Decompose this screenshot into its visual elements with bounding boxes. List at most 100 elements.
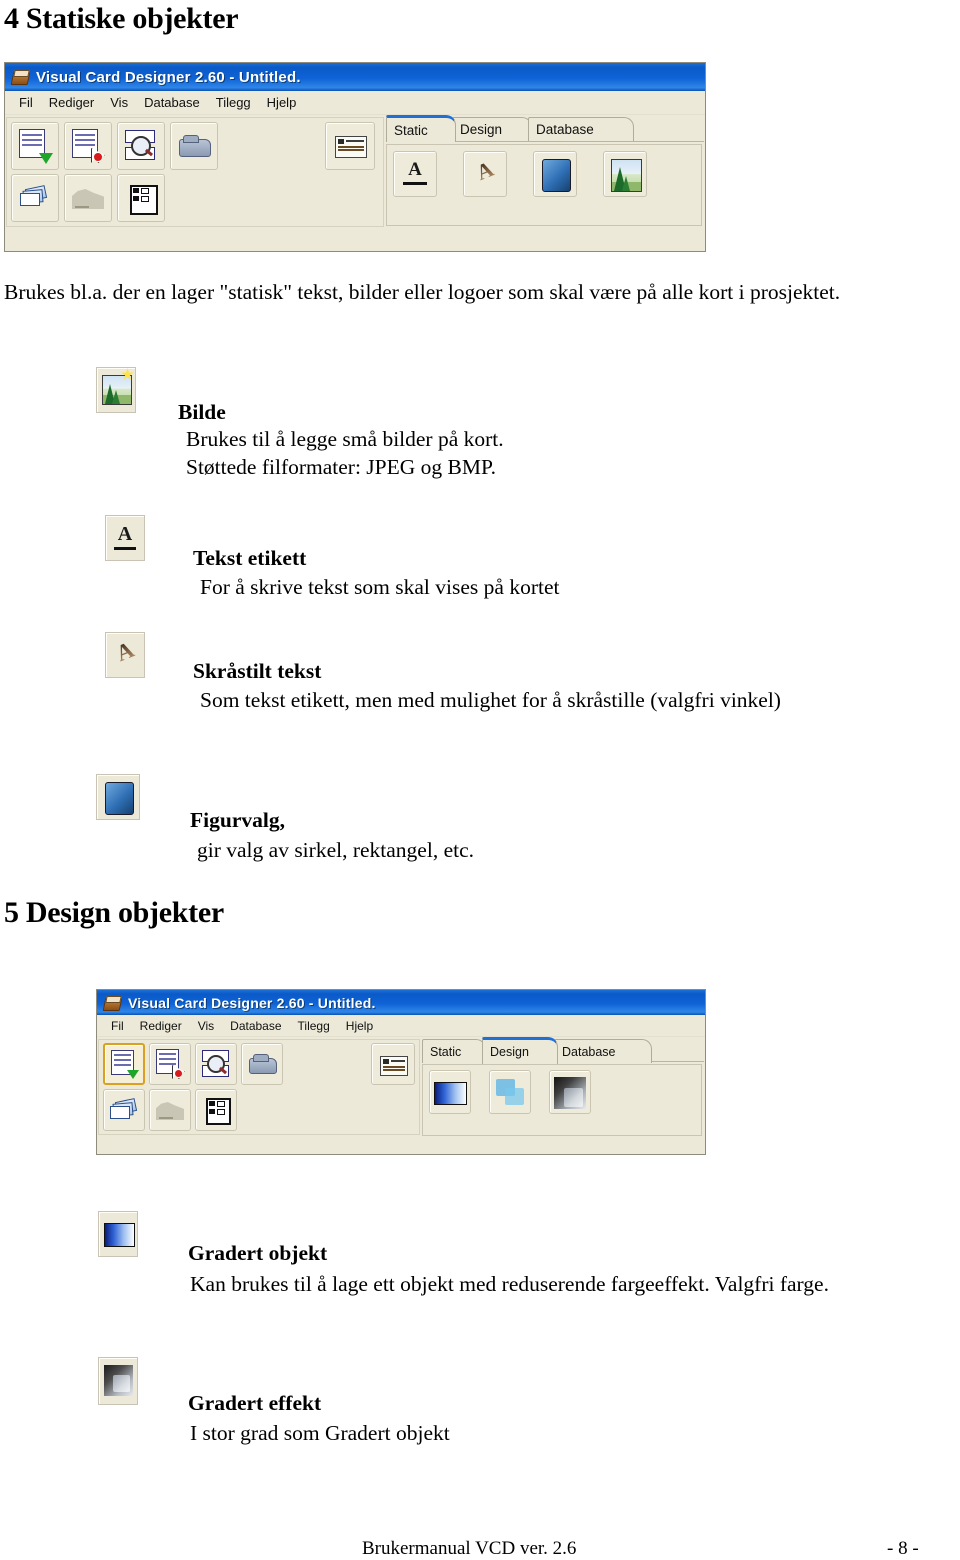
item-title-skrastilt-tekst: Skråstilt tekst [193,659,322,683]
item-desc-bilde-line1: Brukes til å legge små bilder på kort. [186,427,504,451]
tab-static[interactable]: Static [386,115,456,142]
palette-text-label-button[interactable]: A [393,151,437,197]
main-toolbar [98,1039,420,1135]
print-button[interactable] [241,1043,283,1085]
page-heading-4: 4 Statiske objekter [4,2,239,35]
grid-table-button[interactable] [195,1089,237,1131]
menu-item-database[interactable]: Database [222,1019,289,1033]
menu-item-hjelp[interactable]: Hjelp [338,1019,381,1033]
doc-icon-shape-select [96,774,140,820]
palette-gradient-effect-button[interactable] [549,1070,591,1114]
tab-design-label: Design [490,1045,529,1059]
app-logo-icon [103,995,121,1011]
doc-icon-gradient-effect [98,1357,138,1405]
save-document-button[interactable] [11,122,59,170]
menu-item-vis[interactable]: Vis [102,95,136,110]
window2-body: Static Design Database [97,1037,705,1154]
main-toolbar [6,117,384,227]
palette-gradient-object-button[interactable] [429,1070,471,1114]
static-object-palette: A A [386,144,702,226]
menu-item-tilegg[interactable]: Tilegg [290,1019,338,1033]
card-layout-icon [326,123,374,169]
grid-table-icon [196,1090,236,1130]
item-title-gradert-objekt: Gradert objekt [188,1241,328,1265]
tab-design[interactable]: Design [482,1037,558,1064]
palette-overlap-shapes-button[interactable] [489,1070,531,1114]
palette-shape-button[interactable] [533,151,577,197]
signature-button[interactable] [149,1089,191,1131]
close-document-button[interactable] [64,122,112,170]
menu-item-vis[interactable]: Vis [190,1019,222,1033]
grid-table-button[interactable] [117,174,165,222]
window2-title: Visual Card Designer 2.60 - Untitled. [128,994,376,1011]
tab-database[interactable]: Database [528,117,634,141]
tab-static-label: Static [430,1044,462,1059]
page-heading-5: 5 Design objekter [4,896,224,929]
preview-search-icon [196,1044,236,1084]
item-title-bilde: Bilde [178,400,226,424]
close-document-icon [150,1044,190,1084]
item-title-figurvalg: Figurvalg, [190,808,285,832]
tab-static[interactable]: Static [422,1039,486,1063]
menu-item-database[interactable]: Database [136,95,208,110]
item-desc-skrastilt-tekst: Som tekst etikett, men med mulighet for … [200,688,781,712]
window-body: Static Design Database A A [5,115,705,251]
save-document-icon [12,123,58,169]
menubar: Fil Rediger Vis Database Tilegg Hjelp [97,1015,705,1037]
card-layout-button[interactable] [325,122,375,170]
signature-button[interactable] [64,174,112,222]
doc-icon-text-label: A [105,515,145,561]
tab-database-label: Database [536,122,594,137]
palette-slanted-text-button[interactable]: A [463,151,507,197]
cards-stack-icon [104,1090,144,1130]
app-logo-icon [11,69,29,85]
item-desc-figurvalg: gir valg av sirkel, rektangel, etc. [197,838,475,862]
print-button[interactable] [170,122,218,170]
tabstrip: Static Design Database [422,1037,704,1064]
tab-static-label: Static [394,122,428,138]
object-tabs-panel: Static Design Database A A [386,115,704,251]
tab-design[interactable]: Design [452,117,532,141]
close-document-icon [65,123,111,169]
palette-picture-button[interactable] [603,151,647,197]
cards-stack-button[interactable] [11,174,59,222]
doc-icon-slanted-text: A [105,632,145,678]
print-icon [171,123,217,169]
item-title-gradert-effekt: Gradert effekt [188,1391,322,1415]
signature-icon [150,1090,190,1130]
doc-icon-picture [96,367,136,413]
save-document-button[interactable] [103,1043,145,1085]
preview-search-button[interactable] [117,122,165,170]
doc-icon-gradient-object [98,1211,138,1257]
app-window-static-screenshot: Visual Card Designer 2.60 - Untitled. Fi… [4,62,706,252]
menu-item-hjelp[interactable]: Hjelp [259,95,305,110]
window-title: Visual Card Designer 2.60 - Untitled. [36,68,301,86]
window2-titlebar: Visual Card Designer 2.60 - Untitled. [97,990,705,1015]
menu-item-rediger[interactable]: Rediger [41,95,103,110]
menu-item-tilegg[interactable]: Tilegg [208,95,259,110]
item-desc-gradert-objekt: Kan brukes til å lage ett objekt med red… [190,1272,829,1296]
menubar: Fil Rediger Vis Database Tilegg Hjelp [5,91,705,115]
cards-stack-button[interactable] [103,1089,145,1131]
preview-search-icon [118,123,164,169]
menu-item-fil[interactable]: Fil [11,95,41,110]
app-window-design-screenshot: Visual Card Designer 2.60 - Untitled. Fi… [96,989,706,1155]
close-document-button[interactable] [149,1043,191,1085]
footer-manual-name: Brukermanual VCD ver. 2.6 [362,1538,577,1559]
menu-item-fil[interactable]: Fil [103,1019,132,1033]
tabstrip: Static Design Database [386,115,704,142]
item-desc-bilde-line2: Støttede filformater: JPEG og BMP. [186,455,496,479]
preview-search-button[interactable] [195,1043,237,1085]
card-layout-button[interactable] [371,1043,415,1085]
tab-database[interactable]: Database [554,1039,652,1063]
intro-paragraph: Brukes bl.a. der en lager "statisk" teks… [4,280,841,304]
tab-design-label: Design [460,122,503,137]
save-document-icon [105,1045,143,1083]
card-layout-icon [372,1044,414,1084]
cards-stack-icon [12,175,58,221]
menu-item-rediger[interactable]: Rediger [132,1019,190,1033]
grid-table-icon [118,175,164,221]
window-titlebar: Visual Card Designer 2.60 - Untitled. [5,63,705,91]
document-page: 4 Statiske objekter Visual Card Designer… [0,0,960,1560]
item-desc-gradert-effekt: I stor grad som Gradert objekt [190,1421,450,1445]
